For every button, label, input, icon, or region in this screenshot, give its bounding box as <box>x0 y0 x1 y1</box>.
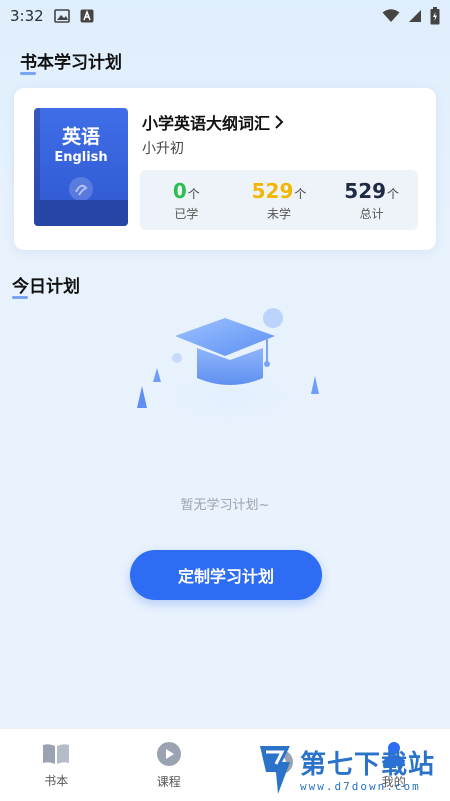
status-left: 3:32 <box>10 7 94 25</box>
cover-title-en: English <box>34 150 128 165</box>
title-underline <box>20 72 36 75</box>
play-icon <box>156 741 182 767</box>
book-cover[interactable]: 英语 English <box>34 108 128 226</box>
cover-logo-icon <box>68 176 94 202</box>
status-bar: 3:32 <box>0 0 450 32</box>
stat-total-label: 总计 <box>360 205 384 222</box>
graduation-cap-illustration <box>125 300 335 450</box>
tab-courses[interactable]: 课程 <box>113 729 226 801</box>
cover-bottom-band <box>34 200 128 226</box>
title-underline <box>12 296 28 299</box>
empty-plan-text: 暂无学习计划~ <box>0 494 450 513</box>
image-icon <box>54 9 70 23</box>
tab-books-label: 书本 <box>44 772 68 789</box>
plan-section-title-text: 书本学习计划 <box>20 53 122 73</box>
wifi-icon <box>382 9 400 23</box>
tab-courses-label: 课程 <box>157 773 181 790</box>
stat-total: 529 个 总计 <box>325 170 418 230</box>
stat-total-unit: 个 <box>387 185 399 202</box>
book-title-link[interactable]: 小学英语大纲词汇 <box>142 110 284 134</box>
watermark: 第七下载站 www.d7down.com <box>256 740 446 800</box>
book-title: 小学英语大纲词汇 <box>142 110 270 134</box>
cover-title-cn: 英语 <box>34 122 128 149</box>
stat-unlearned-label: 未学 <box>267 205 291 222</box>
notification-a-icon <box>80 9 94 23</box>
chevron-right-icon <box>274 115 284 129</box>
stat-total-value-row: 529 个 <box>344 179 399 203</box>
stat-unlearned-value-row: 529 个 <box>252 179 307 203</box>
book-stats: 0 个 已学 529 个 未学 529 个 总计 <box>140 170 418 230</box>
create-plan-button[interactable]: 定制学习计划 <box>130 550 322 600</box>
stat-total-value: 529 <box>344 179 386 203</box>
watermark-logo-icon <box>256 740 296 796</box>
watermark-text: 第七下载站 <box>300 744 435 781</box>
signal-icon <box>408 9 422 23</box>
book-subtitle: 小升初 <box>142 138 184 158</box>
today-section-title: 今日计划 <box>12 272 80 297</box>
plan-section-title: 书本学习计划 <box>20 48 122 73</box>
today-section-title-text: 今日计划 <box>12 277 80 297</box>
stat-unlearned: 529 个 未学 <box>233 170 326 230</box>
status-time: 3:32 <box>10 7 44 25</box>
book-card[interactable]: 英语 English 小学英语大纲词汇 小升初 0 个 已学 529 个 未学 <box>14 88 436 250</box>
stat-learned-value-row: 0 个 <box>173 179 200 203</box>
stat-learned-unit: 个 <box>188 185 200 202</box>
status-right <box>382 7 440 25</box>
stat-learned-value: 0 <box>173 179 187 203</box>
stat-learned-label: 已学 <box>174 205 198 222</box>
watermark-url: www.d7down.com <box>300 780 421 793</box>
stat-unlearned-value: 529 <box>252 179 294 203</box>
battery-icon <box>430 7 440 25</box>
tab-books[interactable]: 书本 <box>0 729 113 801</box>
book-icon <box>41 742 71 766</box>
stat-learned: 0 个 已学 <box>140 170 233 230</box>
stat-unlearned-unit: 个 <box>294 185 306 202</box>
